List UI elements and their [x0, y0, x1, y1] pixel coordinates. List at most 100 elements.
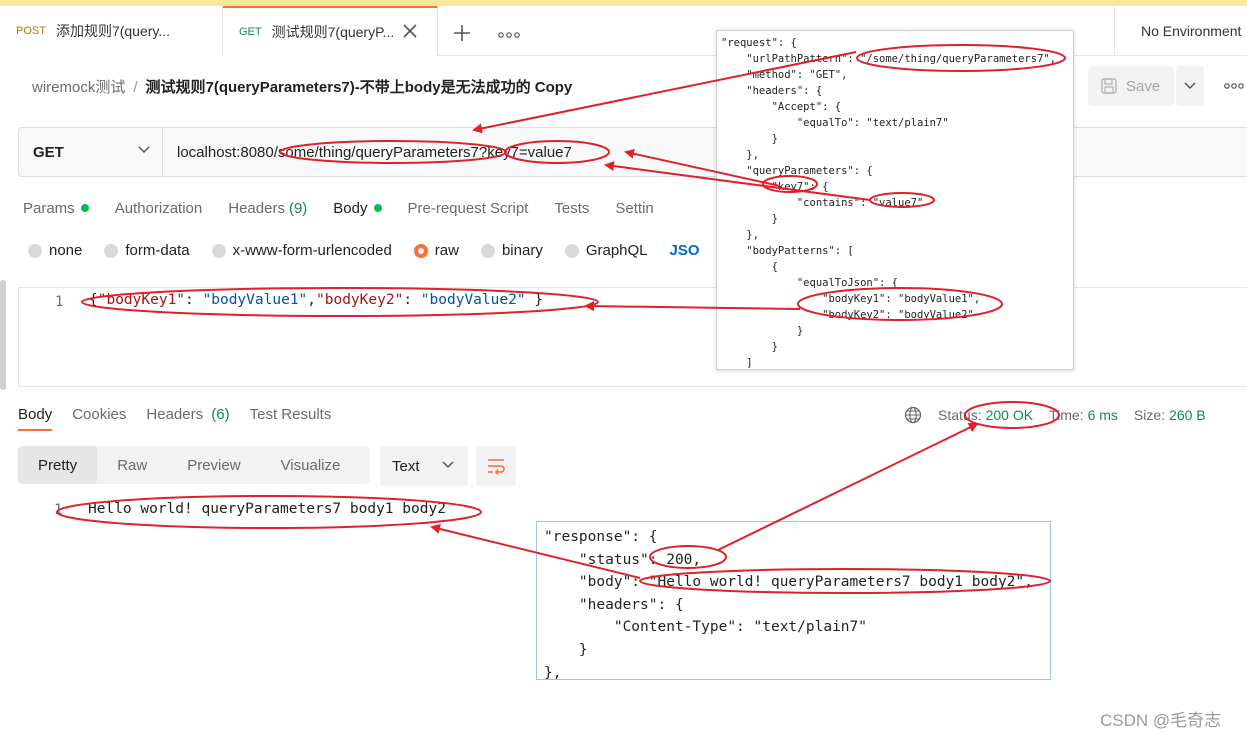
tab-count: (6) — [211, 406, 230, 423]
json-value: "bodyValue2" — [420, 292, 526, 308]
body-format-select[interactable]: JSO — [670, 242, 700, 259]
active-dot — [80, 204, 89, 212]
tab-label: Body — [333, 199, 368, 217]
url-query: ?key7=value7 — [478, 143, 572, 161]
url-host: localhost:8080 — [177, 143, 274, 161]
snippet-line: "request": { — [721, 37, 797, 49]
response-status-bar: Status: 200 OK Time: 6 ms Size: 260 B — [904, 406, 1206, 424]
tab-authorization[interactable]: Authorization — [115, 196, 203, 220]
brace: { — [89, 292, 98, 308]
status-label: Status: — [938, 407, 982, 423]
url-input[interactable]: localhost:8080/some/thing/queryParameter… — [177, 128, 572, 176]
method-value: GET — [33, 143, 64, 161]
wrap-lines-button[interactable] — [476, 446, 516, 486]
snippet-line: } — [721, 325, 804, 337]
radio-label: none — [49, 242, 83, 259]
environment-selector[interactable]: No Environment — [1114, 6, 1247, 56]
radio-form-data[interactable]: form-data — [104, 242, 190, 259]
snippet-line: } — [721, 341, 778, 353]
tab-test-rule[interactable]: GET 测试规则7(queryP... — [223, 6, 438, 56]
chevron-down-icon — [442, 461, 454, 469]
status-value: 200 OK — [985, 407, 1034, 423]
tab-settings[interactable]: Settin — [615, 196, 653, 220]
snippet-line: }, — [721, 229, 759, 241]
wrap-icon — [488, 459, 505, 475]
watermark: CSDN @毛奇志 — [1100, 711, 1222, 730]
tab-label: Params — [23, 199, 75, 217]
code-line: {"bodyKey1": "bodyValue1","bodyKey2": "b… — [89, 292, 544, 308]
brace: } — [534, 292, 544, 308]
wiremock-response-snippet: "response": { "status": 200, "body": "He… — [536, 521, 1051, 680]
response-tabs: Body Cookies Headers (6) Test Results — [18, 406, 351, 431]
tab-count: (9) — [288, 199, 308, 217]
snippet-line: "method": "GET", — [721, 69, 848, 81]
tab-pre-request-script[interactable]: Pre-request Script — [408, 196, 529, 220]
tab-cookies[interactable]: Cookies — [72, 406, 126, 431]
radio-circle — [104, 243, 119, 258]
tab-label: Headers — [146, 406, 204, 423]
snippet-line: "equalTo": "text/plain7" — [721, 117, 949, 129]
tab-title: 添加规则7(query... — [55, 23, 171, 39]
globe-icon[interactable] — [904, 406, 922, 424]
view-preview[interactable]: Preview — [167, 446, 260, 484]
snippet-line: "key7": { — [721, 181, 829, 193]
radio-graphql[interactable]: GraphQL — [564, 242, 648, 259]
format-value: Text — [392, 457, 420, 475]
snippet-line: }, — [721, 149, 759, 161]
radio-label: raw — [434, 242, 459, 259]
page-title[interactable]: 测试规则7(queryParameters7)-不带上body是无法成功的 Co… — [146, 79, 573, 96]
wiremock-request-snippet: "request": { "urlPathPattern": "/some/th… — [716, 30, 1074, 370]
tab-label: Pre-request Script — [407, 199, 529, 217]
scrollbar[interactable] — [0, 280, 6, 390]
radio-label: binary — [501, 242, 543, 259]
more-icon[interactable] — [498, 32, 520, 38]
active-dot — [373, 204, 382, 212]
radio-binary[interactable]: binary — [480, 242, 543, 259]
tab-response-body[interactable]: Body — [18, 406, 53, 431]
snippet-line: } — [721, 213, 778, 225]
more-icon[interactable] — [1224, 82, 1244, 90]
url-path: /some/thing/queryParameters7 — [273, 143, 479, 161]
radio-circle — [564, 243, 579, 258]
tab-label: Authorization — [114, 199, 203, 217]
snippet-line: "status": 200, — [544, 551, 702, 568]
radio-raw[interactable]: raw — [413, 242, 459, 259]
body-type-radios: none form-data x-www-form-urlencoded raw… — [28, 242, 722, 259]
snippet-line: "Content-Type": "text/plain7" — [544, 619, 868, 636]
view-visualize[interactable]: Visualize — [261, 446, 361, 484]
plus-icon[interactable] — [452, 23, 472, 43]
view-raw[interactable]: Raw — [97, 446, 167, 484]
response-format-select[interactable]: Text — [380, 446, 468, 486]
snippet-line: "bodyKey1": "bodyValue1", — [721, 293, 981, 305]
tab-response-headers[interactable]: Headers (6) — [146, 406, 229, 431]
snippet-line: "Accept": { — [721, 101, 842, 113]
tab-label: Settin — [615, 199, 654, 217]
snippet-line: "bodyPatterns": [ — [721, 245, 854, 257]
tab-test-results[interactable]: Test Results — [250, 406, 332, 431]
close-icon[interactable] — [401, 22, 419, 40]
snippet-line: "headers": { — [721, 85, 823, 97]
response-view-modes: Pretty Raw Preview Visualize — [18, 446, 370, 484]
save-button[interactable]: Save — [1088, 66, 1174, 106]
tab-headers[interactable]: Headers (9) — [228, 196, 307, 220]
snippet-line: "urlPathPattern": "/some/thing/queryPara… — [721, 53, 1057, 65]
tab-params[interactable]: Params — [23, 196, 89, 220]
snippet-line: "contains": "value7" — [721, 197, 924, 209]
radio-label: x-www-form-urlencoded — [232, 242, 392, 259]
tab-body[interactable]: Body — [333, 196, 382, 220]
tab-tests[interactable]: Tests — [554, 196, 589, 220]
tab-add-rule[interactable]: POST 添加规则7(query... — [0, 6, 223, 56]
radio-circle — [28, 243, 42, 258]
radio-circle — [480, 243, 495, 258]
radio-none[interactable]: none — [28, 242, 82, 259]
save-options-button[interactable] — [1176, 66, 1204, 106]
line-number: 1 — [54, 502, 63, 518]
chevron-down-icon — [138, 146, 150, 154]
method-select[interactable]: GET — [19, 128, 163, 176]
view-pretty[interactable]: Pretty — [18, 446, 98, 484]
json-key: "bodyKey1" — [97, 292, 186, 308]
breadcrumb-parent[interactable]: wiremock测试 — [32, 79, 125, 96]
radio-urlencoded[interactable]: x-www-form-urlencoded — [211, 242, 392, 259]
tab-method-label: POST — [16, 25, 46, 37]
snippet-line: "response": { — [544, 529, 658, 545]
